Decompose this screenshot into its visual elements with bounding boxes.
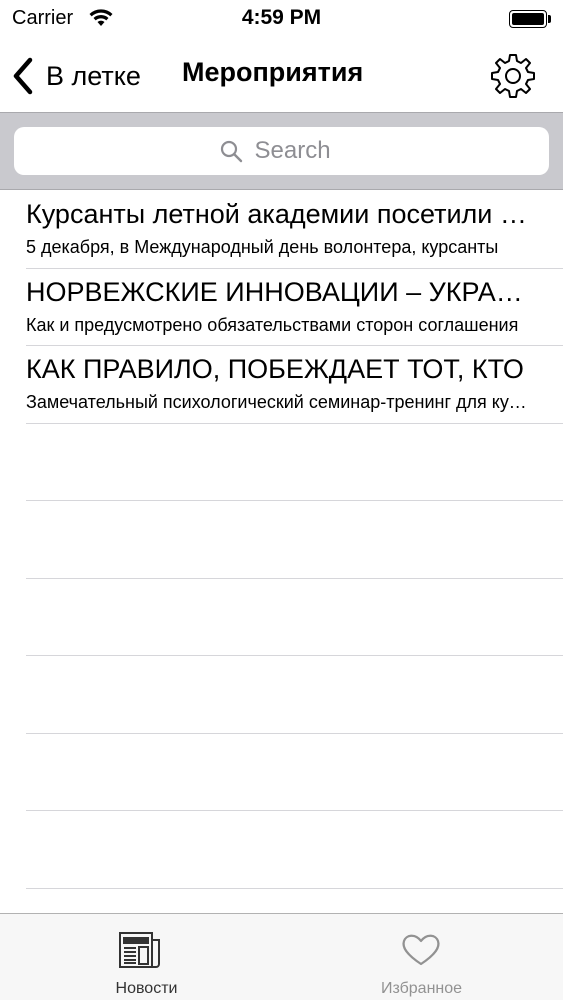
tab-favorites-label: Избранное — [380, 980, 463, 997]
clock: 4:59 PM — [241, 6, 322, 29]
list-item[interactable]: НОРВЕЖСКИЕ ИННОВАЦИИ – УКРАИНСКОЙ АВИАЦИ… — [26, 269, 563, 346]
item-subtitle: Замечательный психологический семинар-тр… — [26, 392, 534, 412]
item-title: Курсанты летной академии посетили дом-ин… — [26, 199, 534, 229]
search-icon — [220, 140, 242, 163]
item-subtitle: Как и предусмотрено обязательствами стор… — [26, 314, 519, 335]
empty-row — [26, 656, 563, 734]
item-subtitle: 5 декабря, в Международный день волонтер… — [26, 237, 499, 257]
tab-news[interactable]: Новости — [0, 914, 281, 1000]
empty-row — [26, 424, 563, 501]
search-field[interactable] — [14, 127, 549, 175]
tab-bar: Новости Избранное — [0, 913, 563, 1000]
back-label: В летке — [46, 60, 141, 91]
chevron-left-icon — [13, 57, 33, 95]
item-title: КАК ПРАВИЛО, ПОБЕЖДАЕТ ТОТ, КТО — [26, 354, 524, 384]
news-list: Курсанты летной академии посетили дом-ин… — [0, 191, 563, 889]
tab-news-label: Новости — [115, 980, 178, 997]
search-bar — [0, 112, 563, 190]
list-item[interactable]: КАК ПРАВИЛО, ПОБЕЖДАЕТ ТОТ, КТО Замечате… — [26, 346, 563, 424]
list-item[interactable]: Курсанты летной академии посетили дом-ин… — [26, 191, 563, 269]
battery-icon — [509, 10, 551, 28]
empty-row — [26, 579, 563, 656]
item-title: НОРВЕЖСКИЕ ИННОВАЦИИ – УКРАИНСКОЙ АВИАЦИ… — [26, 276, 534, 307]
tab-favorites[interactable]: Избранное — [281, 914, 562, 1000]
page-title: Мероприятия — [182, 57, 364, 87]
gear-icon[interactable] — [489, 52, 537, 100]
empty-row — [26, 501, 563, 579]
status-bar: Carrier 4:59 PM — [0, 0, 563, 40]
back-button[interactable]: В летке — [10, 54, 141, 98]
heart-icon — [402, 934, 440, 966]
newspaper-icon — [119, 932, 160, 968]
empty-row — [26, 811, 563, 889]
navigation-bar: В летке Мероприятия — [0, 40, 563, 112]
empty-row — [26, 734, 563, 811]
search-input[interactable] — [254, 137, 345, 165]
